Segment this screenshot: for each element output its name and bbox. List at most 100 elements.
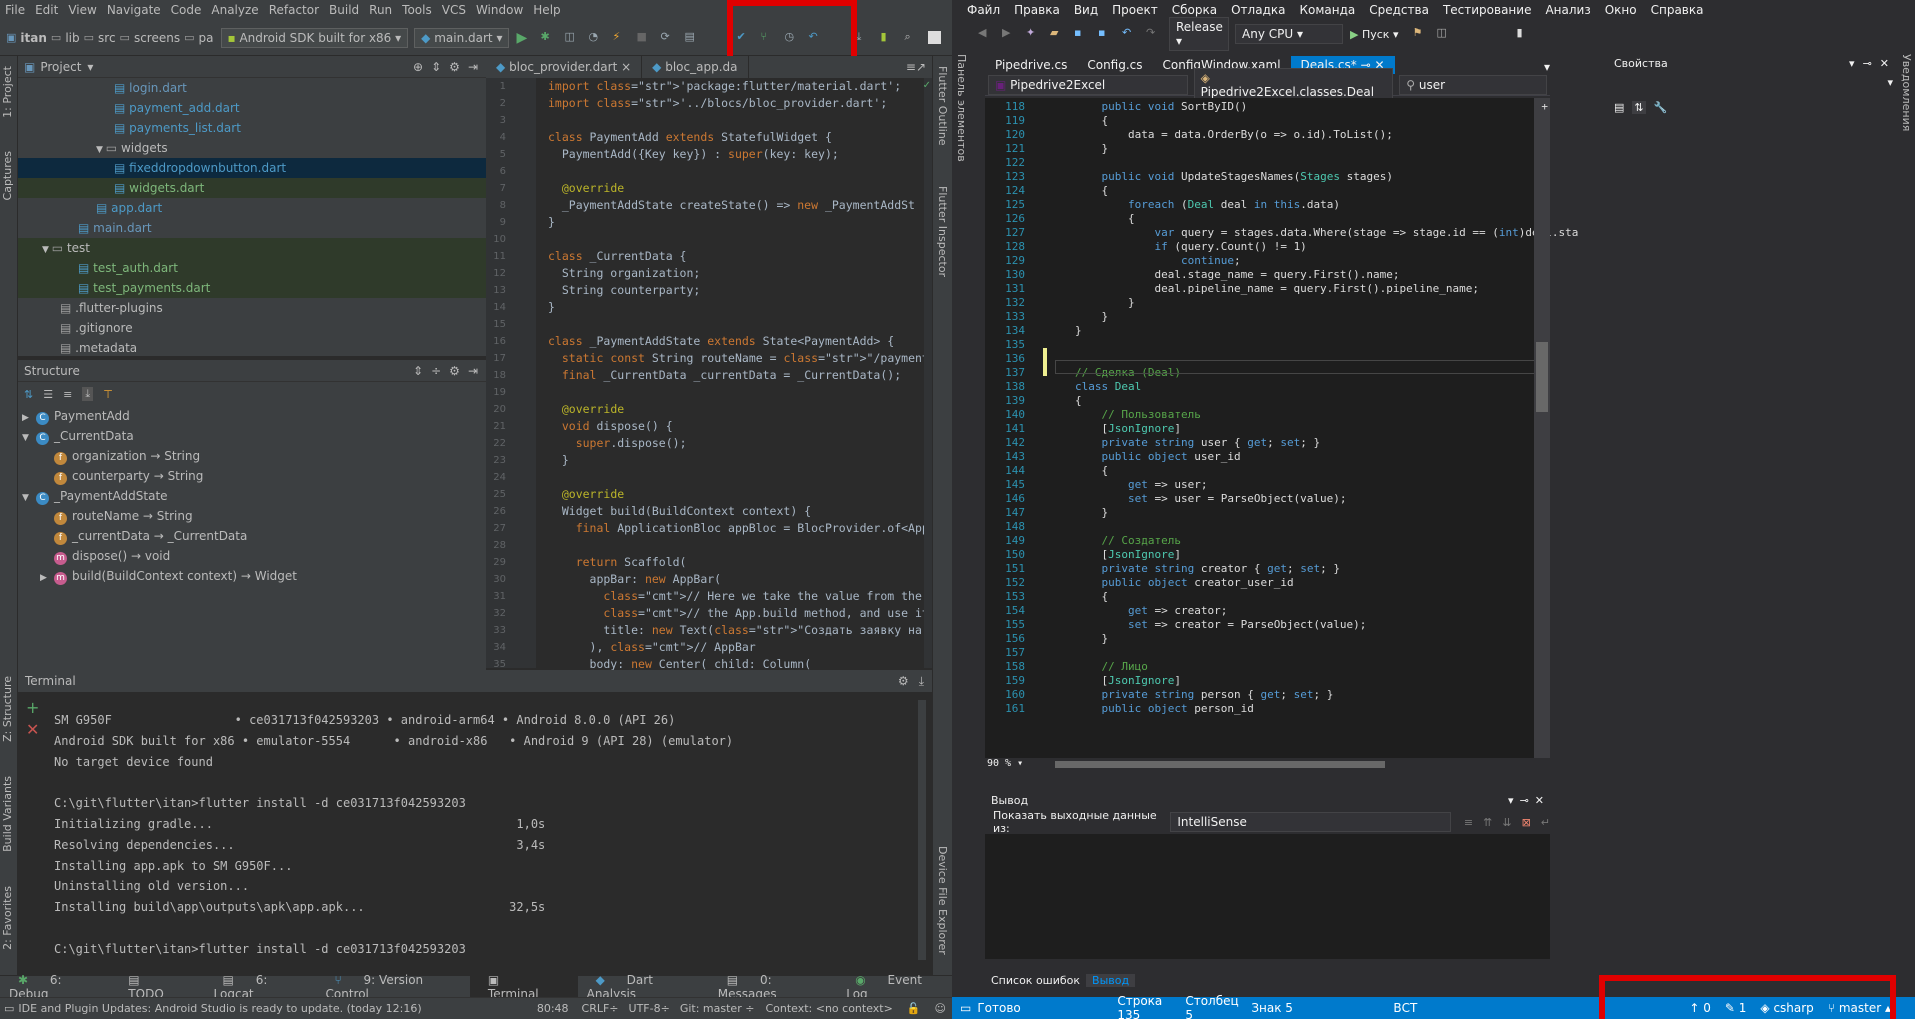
gear-icon[interactable]: ⚙ bbox=[449, 364, 460, 378]
vs-split-icon[interactable]: + bbox=[1541, 100, 1548, 113]
code-line[interactable]: final ApplicationBloc appBloc = BlocProv… bbox=[548, 520, 932, 537]
vs-menu-item[interactable]: Команда bbox=[1292, 3, 1362, 17]
code-line[interactable]: { bbox=[1075, 114, 1108, 127]
sync-icon[interactable]: ⊕ bbox=[413, 60, 423, 74]
vs-menu-item[interactable]: Файл bbox=[960, 3, 1007, 17]
editor-tab-bloc-provider[interactable]: ◆ bloc_provider.dart × bbox=[486, 56, 643, 78]
tab-list-icon[interactable]: ≡↗ bbox=[906, 60, 926, 74]
debug-icon[interactable]: ✱ bbox=[540, 30, 556, 46]
code-line[interactable]: class="cmt">// the App.build method, and… bbox=[548, 605, 949, 622]
code-line[interactable]: [JsonIgnore] bbox=[1075, 548, 1181, 561]
code-line[interactable]: get => creator; bbox=[1075, 604, 1227, 617]
save-icon[interactable]: ▪ bbox=[1074, 26, 1090, 42]
code-line[interactable]: title: new Text(class="str">"Создать зая… bbox=[548, 622, 952, 639]
vs-menu-item[interactable]: Проект bbox=[1105, 3, 1165, 17]
output-icon[interactable]: ≡ bbox=[1464, 816, 1473, 829]
as-menu-item[interactable]: Run bbox=[364, 3, 397, 17]
code-line[interactable]: String counterparty; bbox=[548, 282, 932, 299]
toolbar-icon[interactable]: ⚑ bbox=[1412, 26, 1428, 42]
as-breadcrumb-3[interactable]: screens bbox=[130, 31, 184, 45]
inspector-icon[interactable]: ☺ bbox=[929, 1002, 952, 1015]
as-breadcrumb-0[interactable]: itan bbox=[16, 31, 51, 45]
code-line[interactable]: private string user { get; set; } bbox=[1075, 436, 1321, 449]
structure-item[interactable]: ▶ C PaymentAdd bbox=[18, 406, 486, 426]
sort-alpha-icon[interactable]: ⇅ bbox=[24, 388, 33, 401]
code-line[interactable]: public object user_id bbox=[1075, 450, 1241, 463]
code-line[interactable]: { bbox=[1075, 184, 1108, 197]
window-position-icon[interactable]: ▾ bbox=[1508, 794, 1514, 807]
vs-code-editor[interactable]: 118 public void SortByID() 119 {120 data … bbox=[985, 98, 1578, 771]
tree-item[interactable]: ▤ test_payments.dart bbox=[18, 278, 486, 298]
code-line[interactable]: [JsonIgnore] bbox=[1075, 422, 1181, 435]
tab-overflow-icon[interactable]: ▾ bbox=[1544, 60, 1550, 74]
as-menu-item[interactable]: Build bbox=[324, 3, 364, 17]
forward-icon[interactable]: ▶ bbox=[1002, 26, 1018, 42]
code-line[interactable]: foreach (Deal deal in this.data) bbox=[1075, 198, 1340, 211]
gear-icon[interactable]: ⚙ bbox=[449, 60, 460, 74]
layout-toggle-icon[interactable] bbox=[928, 31, 942, 44]
output-content[interactable] bbox=[985, 834, 1550, 959]
structure-item[interactable]: ▶ m build(BuildContext context) → Widget bbox=[18, 566, 486, 586]
structure-item[interactable]: f _currentData → _CurrentData bbox=[18, 526, 486, 546]
chevron-down-icon[interactable]: ▼ bbox=[22, 488, 36, 508]
tab-flutter-inspector[interactable]: Flutter Inspector bbox=[936, 186, 949, 277]
run-config-select[interactable]: ◆ main.dart ▾ bbox=[414, 27, 510, 48]
code-line[interactable]: } bbox=[1075, 506, 1108, 519]
code-line[interactable]: { bbox=[1075, 394, 1082, 407]
categorized-icon[interactable]: ▤ bbox=[1614, 101, 1624, 114]
code-line[interactable] bbox=[548, 469, 932, 486]
alphabetical-icon[interactable]: ⇅ bbox=[1632, 100, 1646, 114]
as-menu-item[interactable]: Code bbox=[166, 3, 207, 17]
code-line[interactable]: @override bbox=[548, 180, 932, 197]
code-line[interactable]: class Deal bbox=[1075, 380, 1141, 393]
tree-item[interactable]: ▤ .flutter-plugins bbox=[18, 298, 486, 318]
tree-item[interactable]: ▤ payments_list.dart bbox=[18, 118, 486, 138]
code-line[interactable]: if (query.Count() != 1) bbox=[1075, 240, 1306, 253]
as-breadcrumb-2[interactable]: src bbox=[94, 31, 120, 45]
status-position[interactable]: 80:48 bbox=[529, 1002, 577, 1015]
code-line[interactable]: appBar: new AppBar( bbox=[548, 571, 932, 588]
terminal-close-icon[interactable]: ✕ bbox=[26, 720, 39, 739]
toolbar-icon-2[interactable]: ◫ bbox=[1436, 26, 1452, 42]
code-line[interactable]: } bbox=[1075, 324, 1082, 337]
vs-menu-item[interactable]: Тестирование bbox=[1436, 3, 1539, 17]
tree-item[interactable]: ▤ .gitignore bbox=[18, 318, 486, 338]
nav-member-select[interactable]: ⚲ user bbox=[1399, 74, 1547, 95]
sync-icon[interactable]: ⟳ bbox=[660, 30, 676, 46]
layout-icon[interactable]: ▤ bbox=[684, 30, 700, 46]
vs-tab-config[interactable]: Config.cs bbox=[1077, 56, 1152, 74]
as-menu-item[interactable]: Help bbox=[528, 3, 565, 17]
editor-code[interactable]: import class="str">'package:flutter/mate… bbox=[548, 78, 952, 673]
code-line[interactable] bbox=[548, 384, 932, 401]
code-line[interactable]: import class="str">'../blocs/bloc_provid… bbox=[548, 95, 932, 112]
save-all-icon[interactable]: ▪ bbox=[1098, 26, 1114, 42]
tab-captures[interactable]: Captures bbox=[1, 151, 14, 200]
code-line[interactable]: import class="str">'package:flutter/mate… bbox=[548, 78, 932, 95]
vs-menu-item[interactable]: Средства bbox=[1362, 3, 1436, 17]
code-line[interactable] bbox=[548, 537, 932, 554]
code-line[interactable] bbox=[548, 316, 932, 333]
tree-item[interactable]: ▼ ▭ test bbox=[18, 238, 486, 258]
new-project-icon[interactable]: ✦ bbox=[1026, 26, 1042, 42]
code-line[interactable]: var query = stages.data.Where(stage => s… bbox=[1075, 226, 1578, 239]
code-line[interactable]: class _PaymentAddState extends State<Pay… bbox=[548, 333, 932, 350]
code-line[interactable] bbox=[548, 231, 932, 248]
show-inherited-icon[interactable]: ⤓ bbox=[82, 387, 94, 401]
tree-item[interactable]: ▤ fixeddropdownbutton.dart bbox=[18, 158, 486, 178]
h-scroll-thumb[interactable] bbox=[1055, 761, 1385, 768]
code-line[interactable]: } bbox=[548, 299, 932, 316]
as-menu-item[interactable]: Analyze bbox=[206, 3, 263, 17]
structure-item[interactable]: f counterparty → String bbox=[18, 466, 486, 486]
stop-icon[interactable]: ■ bbox=[636, 30, 652, 46]
tab-project[interactable]: 1: Project bbox=[1, 66, 14, 118]
tab-build-variants[interactable]: Build Variants bbox=[1, 776, 14, 852]
code-line[interactable]: public void UpdateStagesNames(Stages sta… bbox=[1075, 170, 1393, 183]
code-line[interactable]: public object creator_user_id bbox=[1075, 576, 1294, 589]
nav-class-select[interactable]: ◈ Pipedrive2Excel.classes.Deal bbox=[1193, 67, 1394, 102]
code-line[interactable]: return Scaffold( bbox=[548, 554, 932, 571]
terminal-add-icon[interactable]: + bbox=[26, 698, 39, 717]
output-icon-3[interactable]: ⇊ bbox=[1502, 816, 1511, 829]
terminal-output[interactable]: SM G950F • ce031713f042593203 • android-… bbox=[54, 710, 914, 960]
code-line[interactable]: // Лицо bbox=[1075, 660, 1147, 673]
clear-all-icon[interactable]: ⊠ bbox=[1522, 816, 1531, 829]
